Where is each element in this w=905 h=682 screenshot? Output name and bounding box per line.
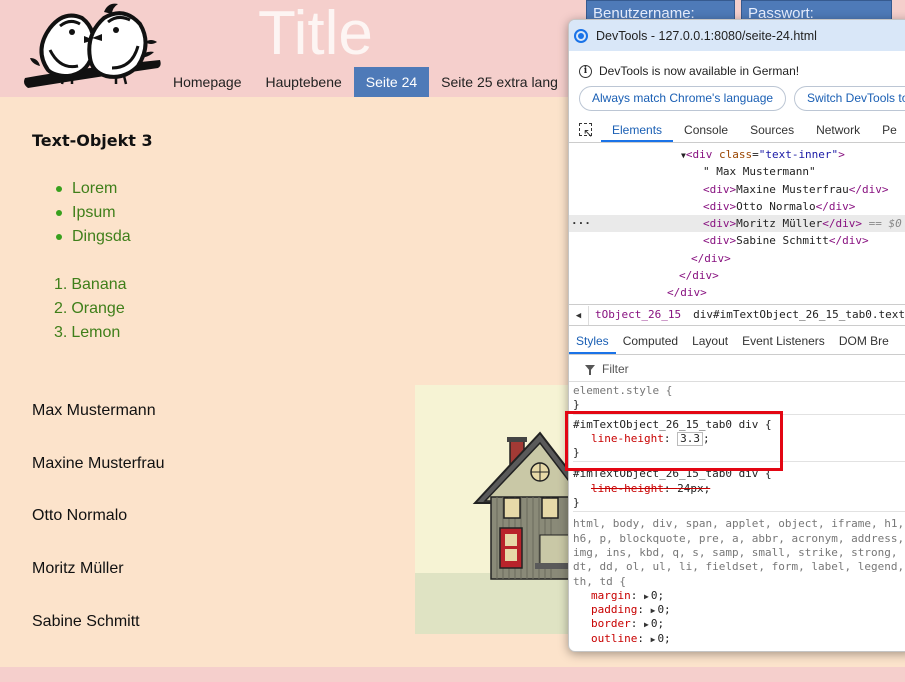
switch-devtools-button[interactable]: Switch DevTools to (794, 86, 905, 111)
expand-arrow-icon[interactable]: ▶ (651, 635, 656, 644)
dom-text-node[interactable]: " Max Mustermann" (569, 163, 905, 180)
bullet-list: Lorem Ipsum Dingsda (54, 178, 131, 250)
tab-dom-breakpoints[interactable]: DOM Bre (832, 330, 896, 354)
ordered-list: 1. Banana 2. Orange 3. Lemon (54, 274, 127, 346)
name-item: Sabine Schmitt (32, 612, 140, 630)
dom-node-selected[interactable]: ··· <div>Moritz Müller</div> == $0 (569, 215, 905, 233)
breadcrumb: ◀ tObject_26_15 div#imTextObject_26_15_tab… (569, 304, 905, 326)
chevron-left-icon[interactable]: ◀ (569, 306, 589, 325)
breadcrumb-item[interactable]: tObject_26_15 (589, 308, 687, 321)
always-match-language-button[interactable]: Always match Chrome's language (579, 86, 787, 111)
username-field[interactable]: Benutzername: (586, 0, 735, 20)
list-item: 2. Orange (54, 300, 125, 317)
text-object-heading: Text-Objekt 3 (32, 131, 153, 150)
birds-logo (24, 3, 161, 88)
nav-item-hauptebene[interactable]: Hauptebene (254, 67, 354, 97)
devtools-panel-tabs: Elements Console Sources Network Pe (569, 118, 905, 145)
dom-node-text-inner[interactable]: ▼<div class="text-inner"> (569, 146, 905, 163)
filter-icon (585, 365, 595, 375)
footer-strip (0, 667, 905, 682)
list-item: 1. Banana (54, 276, 127, 293)
info-text: DevTools is now available in German! (599, 64, 800, 78)
annotation-highlight-box (565, 411, 783, 471)
site-title: Title (258, 0, 373, 68)
names-list: Max Mustermann Maxine Musterfrau Otto No… (32, 400, 165, 663)
password-field[interactable]: Passwort: (741, 0, 892, 20)
tab-console[interactable]: Console (673, 118, 739, 142)
list-item: 3. Lemon (54, 324, 121, 341)
inspect-element-icon[interactable] (569, 118, 601, 145)
chrome-icon (574, 28, 588, 43)
dom-close-tag[interactable]: </div> (569, 267, 905, 284)
expand-arrow-icon[interactable]: ▶ (651, 606, 656, 615)
tab-styles[interactable]: Styles (569, 330, 616, 354)
dom-node[interactable]: <div>Maxine Musterfrau</div> (569, 181, 905, 198)
more-options-icon[interactable]: ··· (571, 215, 591, 232)
info-icon: i (579, 64, 592, 78)
styles-filter-input[interactable]: Filter (569, 358, 905, 382)
devtools-window: DevTools - 127.0.0.1:8080/seite-24.html … (568, 19, 905, 652)
language-infobar: i DevTools is now available in German! (579, 64, 799, 78)
tab-elements[interactable]: Elements (601, 118, 674, 142)
tab-computed[interactable]: Computed (616, 330, 685, 354)
nav-item-homepage[interactable]: Homepage (161, 67, 254, 97)
devtools-titlebar[interactable]: DevTools - 127.0.0.1:8080/seite-24.html (569, 20, 905, 51)
devtools-window-title: DevTools - 127.0.0.1:8080/seite-24.html (596, 28, 817, 43)
main-nav: Homepage Hauptebene Seite 24 Seite 25 ex… (161, 67, 603, 97)
tab-event-listeners[interactable]: Event Listeners (735, 330, 832, 354)
list-item: Lorem (54, 178, 131, 202)
tab-layout[interactable]: Layout (685, 330, 735, 354)
list-item: Dingsda (54, 226, 131, 250)
bullet-icon (56, 186, 62, 192)
name-item: Otto Normalo (32, 507, 128, 525)
breadcrumb-item[interactable]: div#imTextObject_26_15_tab0.text-tab-con (687, 308, 905, 321)
nav-item-seite-24[interactable]: Seite 24 (353, 67, 430, 97)
expand-arrow-icon[interactable]: ▶ (644, 620, 649, 629)
dom-tree: ▼<div class="text-inner"> " Max Musterma… (569, 146, 905, 306)
dom-node[interactable]: <div>Otto Normalo</div> (569, 198, 905, 215)
user-agent-rule[interactable]: html, body, div, span, applet, object, i… (573, 512, 905, 647)
expand-arrow-icon[interactable]: ▶ (644, 592, 649, 601)
tab-performance[interactable]: Pe (871, 118, 905, 142)
name-item: Max Mustermann (32, 402, 156, 419)
name-item: Moritz Müller (32, 560, 124, 578)
dom-close-tag[interactable]: </div> (569, 284, 905, 301)
name-item: Maxine Musterfrau (32, 454, 165, 472)
nav-item-seite-25[interactable]: Seite 25 extra lang (429, 67, 570, 97)
bullet-icon (56, 210, 62, 216)
element-style-rule[interactable]: element.style { } (573, 383, 905, 415)
tab-network[interactable]: Network (805, 118, 871, 142)
tab-sources[interactable]: Sources (739, 118, 805, 142)
list-item: Ipsum (54, 202, 131, 226)
house-illustration (415, 385, 570, 634)
dom-node[interactable]: <div>Sabine Schmitt</div> (569, 232, 905, 249)
dom-close-tag[interactable]: </div> (569, 250, 905, 267)
bullet-icon (56, 234, 62, 240)
styles-pane-tabs: Styles Computed Layout Event Listeners D… (569, 330, 905, 355)
